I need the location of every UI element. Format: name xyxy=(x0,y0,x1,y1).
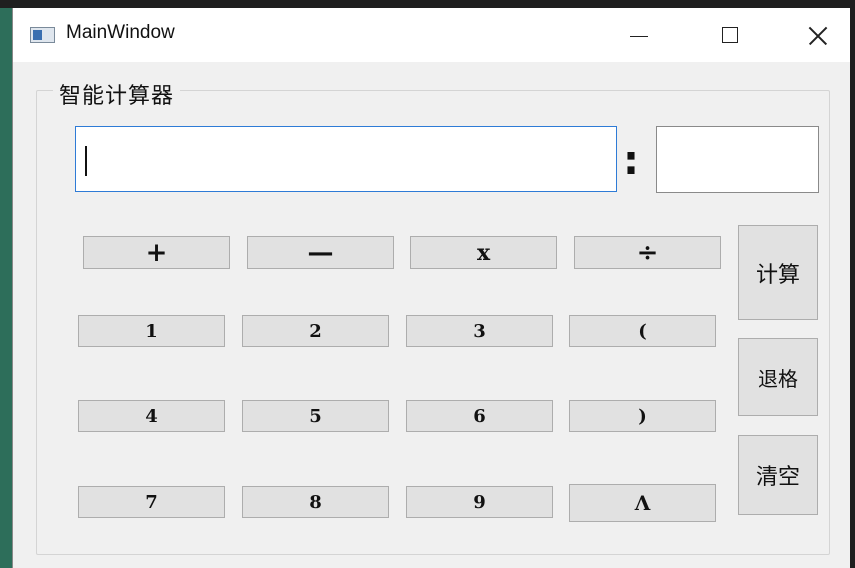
group-title: 智能计算器 xyxy=(53,78,181,110)
key-6-button[interactable]: 6 xyxy=(406,400,553,432)
key-9-button[interactable]: 9 xyxy=(406,486,553,518)
plus-button[interactable]: + xyxy=(83,236,230,269)
minus-button[interactable]: — xyxy=(247,236,394,269)
key-1-button[interactable]: 1 xyxy=(78,315,225,347)
expression-input[interactable] xyxy=(75,126,617,192)
power-button[interactable]: Λ xyxy=(569,484,716,522)
desktop-edge-left xyxy=(0,8,12,568)
key-2-button[interactable]: 2 xyxy=(242,315,389,347)
minimize-button[interactable] xyxy=(611,8,667,62)
calculate-button[interactable]: 计算 xyxy=(738,225,818,320)
title-bar[interactable]: MainWindow xyxy=(13,8,850,62)
window-title: MainWindow xyxy=(66,22,175,43)
maximize-button[interactable] xyxy=(703,8,759,62)
desktop-edge-top xyxy=(0,0,855,8)
result-display xyxy=(656,126,819,193)
backspace-button[interactable]: 退格 xyxy=(738,338,818,416)
key-7-button[interactable]: 7 xyxy=(78,486,225,518)
main-window: MainWindow 智能计算器 : + — x ÷ 1 2 3 ( 4 5 6… xyxy=(12,8,850,568)
key-3-button[interactable]: 3 xyxy=(406,315,553,347)
text-caret xyxy=(85,146,87,176)
key-5-button[interactable]: 5 xyxy=(242,400,389,432)
result-separator: : xyxy=(623,138,639,184)
app-window-icon xyxy=(30,27,55,43)
key-8-button[interactable]: 8 xyxy=(242,486,389,518)
clear-button[interactable]: 清空 xyxy=(738,435,818,515)
close-button[interactable] xyxy=(788,8,844,62)
left-paren-button[interactable]: ( xyxy=(569,315,716,347)
key-4-button[interactable]: 4 xyxy=(78,400,225,432)
divide-button[interactable]: ÷ xyxy=(574,236,721,269)
right-paren-button[interactable]: ) xyxy=(569,400,716,432)
multiply-button[interactable]: x xyxy=(410,236,557,269)
